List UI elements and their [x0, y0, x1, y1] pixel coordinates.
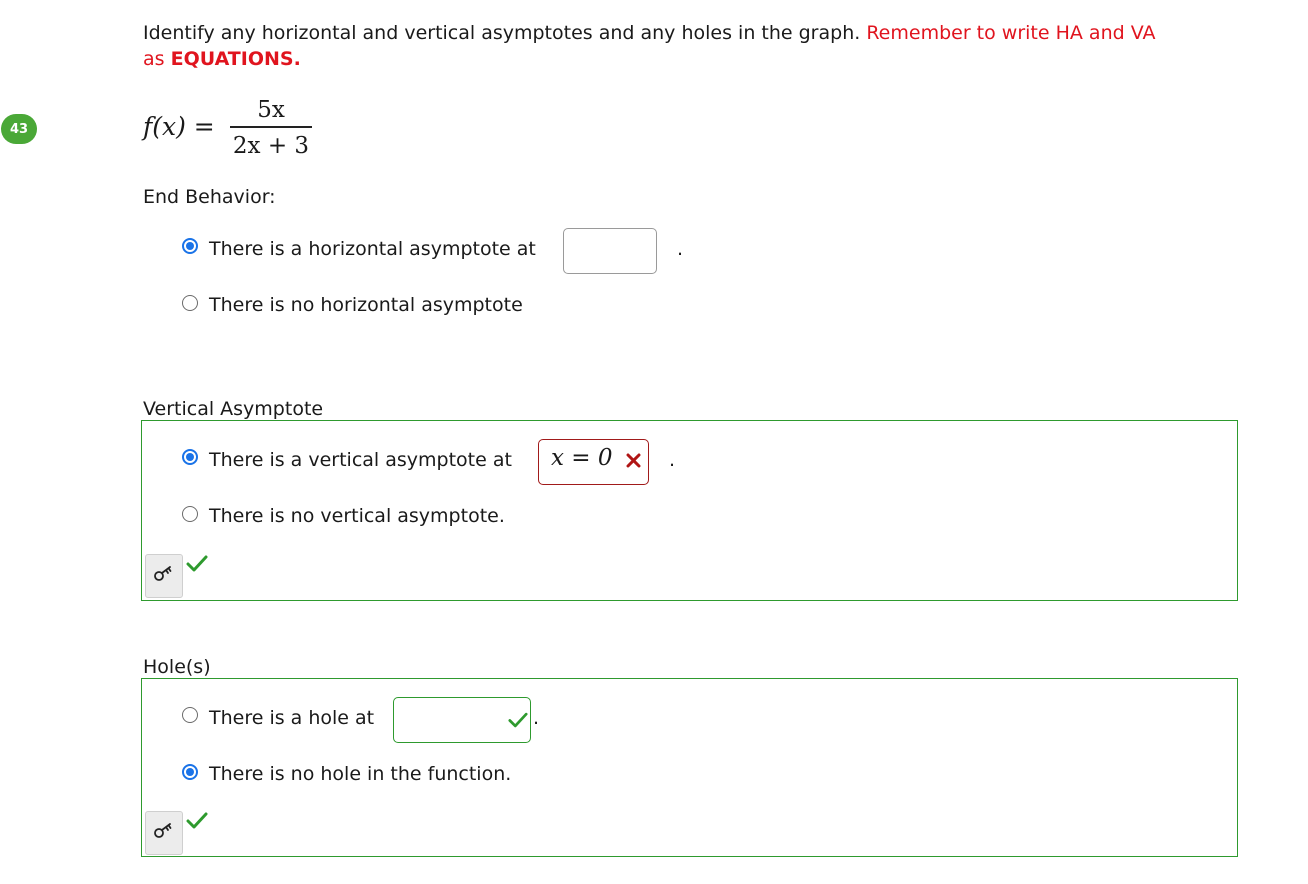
check-icon [508, 712, 528, 734]
hole-option-radio[interactable] [182, 707, 198, 723]
function-lhs: f(x) = [143, 112, 215, 141]
no-va-option-radio[interactable] [182, 506, 198, 522]
instructions-period: . [293, 48, 301, 70]
instructions-main: Identify any horizontal and vertical asy… [143, 22, 861, 44]
va-trailing-period: . [669, 449, 676, 471]
no-ha-option-label: There is no horizontal asymptote [209, 294, 523, 316]
va-answer-input[interactable]: x = 0 [538, 439, 649, 485]
no-hole-option-label: There is no hole in the function. [209, 763, 512, 785]
holes-label: Hole(s) [143, 656, 211, 678]
no-va-option-label: There is no vertical asymptote. [209, 505, 505, 527]
ha-option-label: There is a horizontal asymptote at [209, 238, 536, 260]
question-instructions: Identify any horizontal and vertical asy… [143, 20, 1243, 72]
key-icon [153, 822, 175, 845]
holes-key-button[interactable] [145, 811, 183, 855]
function-numerator: 5x [257, 97, 285, 123]
question-number-badge: 43 [1, 114, 37, 144]
key-icon [153, 565, 175, 588]
function-denominator: 2x + 3 [232, 133, 310, 159]
function-fraction: 5x 2x + 3 [229, 94, 313, 162]
ha-answer-input[interactable] [563, 228, 657, 274]
va-key-button[interactable] [145, 554, 183, 598]
check-icon [186, 555, 208, 578]
no-hole-option-radio[interactable] [182, 764, 198, 780]
cross-icon [625, 452, 642, 474]
end-behavior-label: End Behavior: [143, 186, 276, 208]
va-option-radio[interactable] [182, 449, 198, 465]
instructions-remember: Remember to write HA and VA [866, 22, 1156, 44]
vertical-asymptote-label: Vertical Asymptote [143, 398, 324, 420]
va-answer-value: x = 0 [551, 445, 613, 471]
va-option-label: There is a vertical asymptote at [209, 449, 512, 471]
hole-trailing-period: . [533, 707, 540, 729]
hole-option-label: There is a hole at [209, 707, 375, 729]
instructions-equations: EQUATIONS [170, 48, 294, 70]
ha-option-radio[interactable] [182, 238, 198, 254]
instructions-as: as [143, 48, 165, 70]
no-ha-option-radio[interactable] [182, 295, 198, 311]
ha-trailing-period: . [677, 238, 684, 260]
check-icon [186, 812, 208, 835]
